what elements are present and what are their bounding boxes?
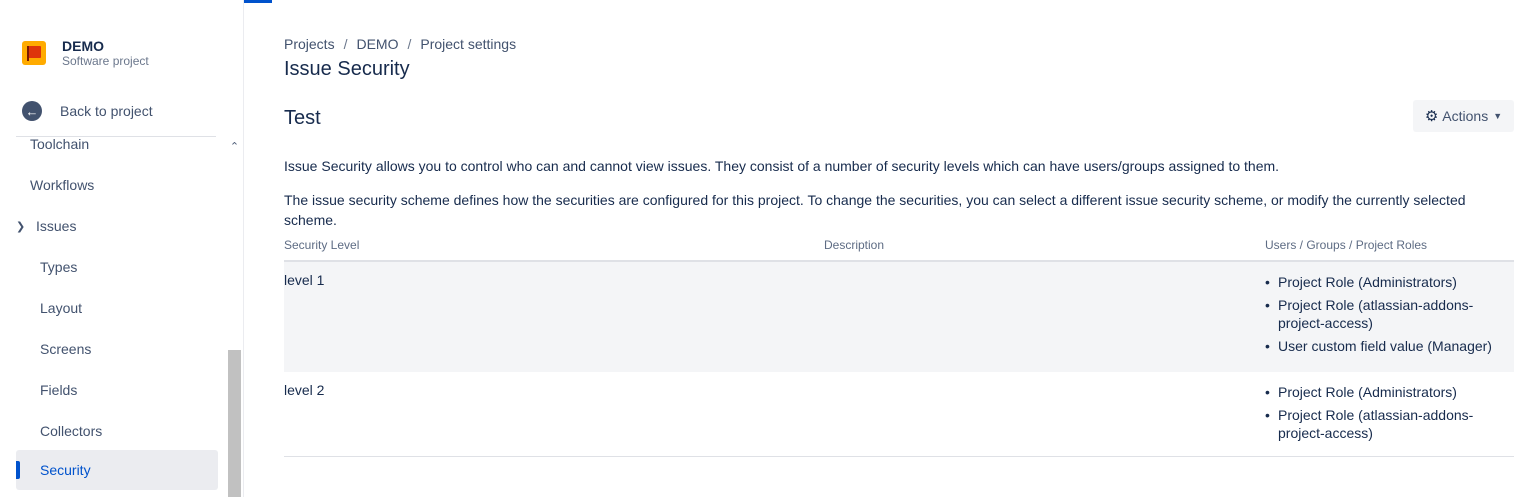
sidebar-item-screens[interactable]: Screens (16, 329, 218, 369)
project-header[interactable]: DEMO Software project (22, 38, 149, 68)
sidebar-item-label: Layout (40, 300, 83, 316)
table-header: Security Level Description Users / Group… (284, 238, 1514, 262)
scheme-name: Test (284, 107, 321, 129)
sidebar-item-label: Toolchain (30, 136, 90, 152)
sidebar-item-security[interactable]: Security (16, 450, 218, 490)
list-item: Project Role (Administrators) (1265, 273, 1514, 291)
column-header-members: Users / Groups / Project Roles (1265, 238, 1428, 252)
table-row: level 2 Project Role (Administrators) Pr… (284, 372, 1514, 457)
sidebar-divider (16, 136, 216, 137)
members-list: Project Role (Administrators) Project Ro… (1265, 383, 1514, 442)
security-levels-table: Security Level Description Users / Group… (284, 238, 1514, 457)
sidebar-item-collectors[interactable]: Collectors (16, 411, 218, 451)
security-level-name: level 2 (284, 382, 325, 398)
actions-label: Actions (1442, 108, 1489, 124)
security-level-description (824, 372, 1265, 456)
arrow-left-circle-icon: ← (22, 101, 42, 121)
sidebar-item-label: Workflows (30, 177, 95, 193)
sidebar-item-label: Types (40, 259, 78, 275)
sidebar-item-label: Fields (40, 382, 78, 398)
description-paragraph: Issue Security allows you to control who… (284, 158, 1280, 174)
scroll-up-icon[interactable]: ⌃ (226, 138, 243, 155)
list-item: Project Role (atlassian-addons-project-a… (1265, 406, 1514, 442)
sidebar-item-label: Collectors (40, 423, 103, 439)
sidebar-item-fields[interactable]: Fields (16, 370, 218, 410)
sidebar-item-label: Issues (36, 218, 77, 234)
actions-button[interactable]: ⚙ Actions ▼ (1413, 100, 1514, 132)
members-list: Project Role (Administrators) Project Ro… (1265, 273, 1514, 355)
sidebar-item-toolchain[interactable]: Toolchain (16, 124, 218, 164)
column-header-description: Description (824, 238, 885, 252)
breadcrumb-demo[interactable]: DEMO (356, 36, 398, 52)
sidebar-item-types[interactable]: Types (16, 247, 218, 287)
back-to-project-label: Back to project (60, 103, 153, 119)
page-title: Issue Security (284, 58, 410, 80)
back-to-project-link[interactable]: ← Back to project (22, 101, 153, 121)
project-type: Software project (62, 54, 149, 68)
sidebar-item-label: Screens (40, 341, 92, 357)
settings-nav: Toolchain Workflows ❯ Issues Types Layou… (16, 124, 218, 497)
gear-icon: ⚙ (1424, 108, 1439, 125)
project-avatar-icon (22, 41, 46, 65)
description-paragraph: The issue security scheme defines how th… (284, 192, 1466, 228)
sidebar-item-label: Security (40, 462, 91, 478)
list-item: User custom field value (Manager) (1265, 337, 1514, 355)
chevron-down-icon: ▼ (1493, 111, 1503, 121)
list-item: Project Role (Administrators) (1265, 383, 1514, 401)
sidebar-item-workflows[interactable]: Workflows (16, 165, 218, 205)
project-name: DEMO (62, 38, 104, 54)
column-header-security-level: Security Level (284, 238, 360, 252)
sidebar-item-layout[interactable]: Layout (16, 288, 218, 328)
breadcrumb: Projects / DEMO / Project settings (284, 36, 516, 52)
sidebar-group-issues[interactable]: ❯ Issues (16, 206, 218, 246)
breadcrumb-project-settings[interactable]: Project settings (420, 36, 516, 52)
project-sidebar: DEMO Software project ← Back to project … (0, 0, 244, 497)
chevron-down-icon: ❯ (16, 220, 26, 233)
table-row: level 1 Project Role (Administrators) Pr… (284, 262, 1514, 372)
breadcrumb-separator: / (407, 36, 412, 52)
breadcrumb-separator: / (343, 36, 348, 52)
scrollbar-thumb[interactable] (228, 350, 241, 497)
security-level-description (824, 262, 1265, 372)
main-content: Projects / DEMO / Project settings Issue… (284, 0, 1516, 497)
security-level-name: level 1 (284, 272, 325, 288)
breadcrumb-projects[interactable]: Projects (284, 36, 335, 52)
list-item: Project Role (atlassian-addons-project-a… (1265, 296, 1514, 332)
